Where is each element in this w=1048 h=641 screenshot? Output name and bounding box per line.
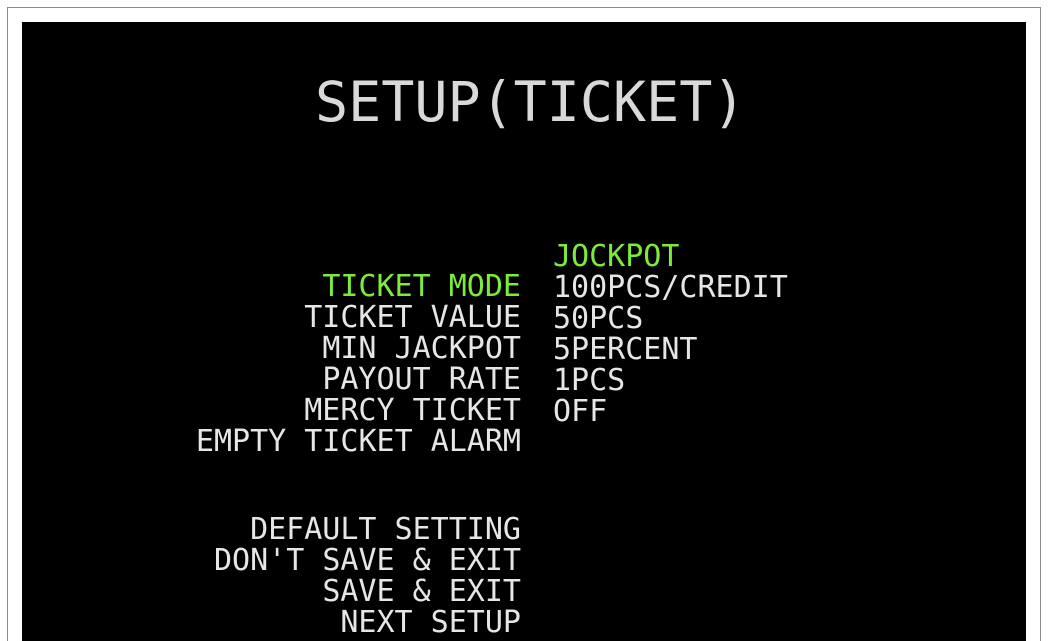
setting-row-min-jackpot[interactable]: MIN JACKPOT 50PCS — [22, 244, 1026, 364]
setup-screen: SETUP(TICKET) TICKET MODE JOCKPOT TICKET… — [22, 22, 1026, 641]
setting-value: 1PCS — [553, 363, 626, 398]
action-label: NEXT SETUP — [340, 605, 521, 640]
action-dont-save-exit[interactable]: DON'T SAVE & EXIT — [22, 456, 1026, 576]
setting-row-mercy-ticket[interactable]: MERCY TICKET 1PCS — [22, 306, 1026, 426]
setting-row-empty-ticket-alarm[interactable]: EMPTY TICKET ALARM OFF — [22, 337, 1026, 457]
setting-row-ticket-mode[interactable]: TICKET MODE JOCKPOT — [22, 182, 1026, 302]
action-default-setting[interactable]: DEFAULT SETTING — [22, 425, 1026, 545]
action-save-exit[interactable]: SAVE & EXIT — [22, 487, 1026, 607]
setting-row-ticket-value[interactable]: TICKET VALUE 100PCS/CREDIT — [22, 213, 1026, 333]
setting-row-payout-rate[interactable]: PAYOUT RATE 5PERCENT — [22, 275, 1026, 395]
setting-value: OFF — [553, 394, 608, 429]
action-next-setup[interactable]: NEXT SETUP — [22, 518, 1026, 638]
screen-title: SETUP(TICKET) — [315, 70, 746, 134]
